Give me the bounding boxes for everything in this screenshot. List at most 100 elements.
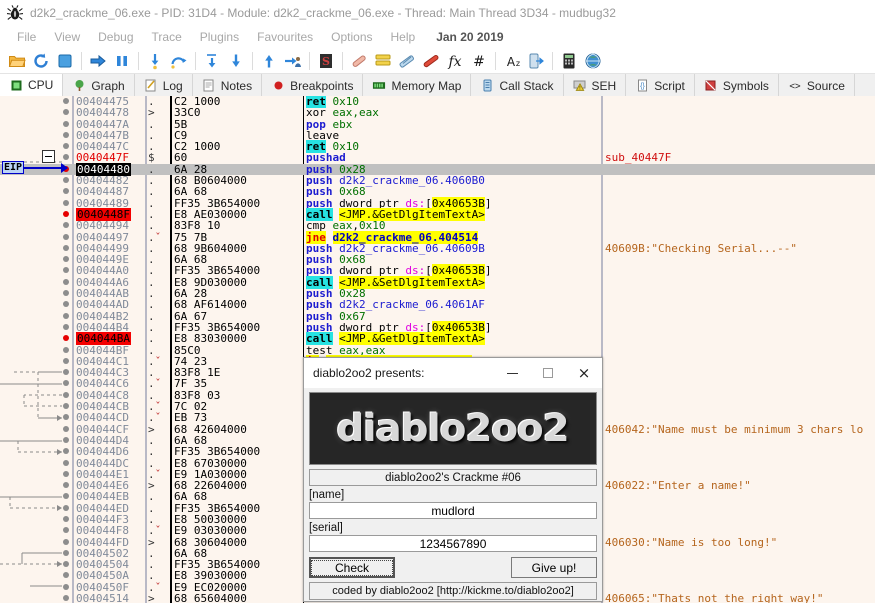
breakpoint-dot-icon[interactable] [63, 469, 75, 480]
disassembly-row[interactable]: 00404494. 83F8 10 cmp eax,0x10 [0, 220, 875, 232]
disassembly-row[interactable]: 00404478 >33C0 xor eax,eax [0, 107, 875, 119]
tab-cpu[interactable]: CPU [0, 74, 64, 97]
menu-favourites[interactable]: Favourites [248, 28, 322, 46]
breakpoint-dot-icon[interactable] [63, 254, 75, 265]
giveup-button[interactable]: Give up! [511, 557, 597, 578]
breakpoint-dot-icon[interactable] [63, 119, 75, 130]
breakpoint-dot-icon[interactable] [63, 96, 75, 107]
breakpoint-dot-icon[interactable] [63, 548, 75, 559]
breakpoint-dot-icon[interactable] [63, 243, 75, 254]
breakpoint-dot-icon[interactable] [63, 570, 75, 581]
disassembly-row[interactable]: 004044A6. E8 9D030000 call <JMP.&SetDlgIte… [0, 275, 875, 289]
breakpoint-dot-icon[interactable] [63, 435, 75, 446]
breakpoint-dot-icon[interactable] [63, 141, 75, 152]
restart-icon[interactable] [29, 49, 53, 73]
breakpoint-dot-icon[interactable] [63, 186, 75, 197]
breakpoint-dot-icon[interactable] [63, 107, 75, 118]
name-input[interactable]: mudlord [309, 502, 597, 519]
breakpoint-dot-icon[interactable] [63, 503, 75, 514]
function-icon[interactable]: fx [443, 49, 467, 73]
breakpoint-dot-icon[interactable] [63, 401, 75, 412]
menu-view[interactable]: View [45, 28, 89, 46]
calculator-icon[interactable] [557, 49, 581, 73]
tab-graph[interactable]: Graph [63, 74, 135, 97]
tab-call-stack[interactable]: Call Stack [471, 74, 564, 97]
step-out-icon[interactable] [200, 49, 224, 73]
attach-icon[interactable] [524, 49, 548, 73]
toolbar[interactable]: S fx # Az [0, 48, 875, 74]
breakpoint-dot-icon[interactable] [63, 525, 75, 536]
breakpoint-dot-icon[interactable] [63, 367, 75, 378]
dialog-title-bar[interactable]: diablo2oo2 presents: × [304, 358, 602, 388]
open-icon[interactable] [5, 49, 29, 73]
breakpoint-dot-icon[interactable] [63, 220, 75, 231]
menu-debug[interactable]: Debug [89, 28, 142, 46]
disassembly-row[interactable]: 00404499. 68 9B604000 push d2k2_crackme_06… [0, 243, 875, 254]
tab-log[interactable]: Log [134, 74, 193, 97]
menu-options[interactable]: Options [322, 28, 381, 46]
disassembly-row[interactable]: 0040448F. E8 AE030000 call <JMP.&GetDlgIte… [0, 207, 875, 221]
menu-bar[interactable]: File View Debug Trace Plugins Favourites… [0, 26, 875, 48]
font-icon[interactable]: Az [500, 49, 524, 73]
breakpoint-dot-icon[interactable] [63, 311, 75, 322]
breakpoint-dot-icon[interactable] [63, 582, 75, 593]
disassembly-row[interactable]: 0040447F $60 pushad sub_40447F [0, 152, 875, 164]
tab-source[interactable]: <> Source [778, 74, 855, 97]
breakpoint-dot-icon[interactable] [63, 322, 75, 333]
maximize-icon[interactable] [530, 359, 566, 387]
disassembly-row[interactable]: 0040447C. C2 1000 ret 0x10 [0, 140, 875, 154]
breakpoint-dot-icon[interactable] [63, 299, 75, 310]
breakpoint-dot-icon[interactable] [63, 356, 75, 367]
breakpoint-dot-icon[interactable] [63, 175, 75, 186]
check-button[interactable]: Check [309, 557, 395, 578]
breakpoint-dot-icon[interactable] [63, 446, 75, 457]
breakpoint-dot-icon[interactable] [63, 480, 75, 491]
tab-notes[interactable]: Notes [192, 74, 263, 97]
run-to-user-icon[interactable] [281, 49, 305, 73]
step-over-icon[interactable] [167, 49, 191, 73]
tab-script[interactable]: {} Script [626, 74, 695, 97]
globe-icon[interactable] [581, 49, 605, 73]
breakpoint-dot-icon[interactable] [63, 424, 75, 435]
breakpoint-dot-icon[interactable] [63, 593, 75, 603]
tab-bar[interactable]: CPU Graph Log Notes Breakpoints Memory M… [0, 74, 875, 98]
breakpoint-dot-icon[interactable] [63, 458, 75, 469]
log-icon[interactable] [371, 49, 395, 73]
breakpoint-dot-icon[interactable] [63, 265, 75, 276]
disassembly-row[interactable]: 004044AD. 68 AF614000 push d2k2_crackme_06… [0, 299, 875, 311]
breakpoint-dot-icon[interactable] [63, 288, 75, 299]
breakpoint-dot-icon[interactable] [63, 209, 75, 220]
notes-icon[interactable] [395, 49, 419, 73]
breakpoint-dot-icon[interactable] [63, 412, 75, 423]
breakpoint-dot-icon[interactable] [63, 333, 75, 344]
step-down-icon[interactable] [224, 49, 248, 73]
breakpoint-dot-icon[interactable] [63, 537, 75, 548]
tab-symbols[interactable]: Symbols [694, 74, 779, 97]
breakpoint-dot-icon[interactable] [63, 559, 75, 570]
crackme-dialog[interactable]: diablo2oo2 presents: × diablo2oo2 diablo… [303, 357, 603, 602]
tab-seh[interactable]: ! SEH [563, 74, 627, 97]
close-icon[interactable]: × [566, 359, 602, 387]
breakpoint-dot-icon[interactable] [63, 514, 75, 525]
breakpoint-dot-icon[interactable] [63, 130, 75, 141]
hash-icon[interactable]: # [467, 49, 491, 73]
serial-input[interactable]: 1234567890 [309, 535, 597, 552]
minimize-icon[interactable] [494, 359, 530, 387]
scylla-icon[interactable]: S [314, 49, 338, 73]
tab-memory-map[interactable]: Memory Map [363, 74, 472, 97]
menu-plugins[interactable]: Plugins [191, 28, 248, 46]
breakpoint-dot-icon[interactable] [63, 378, 75, 389]
disassembly-row[interactable]: 004044BA. E8 83030000 call <JMP.&GetDlgIte… [0, 332, 875, 346]
menu-help[interactable]: Help [382, 28, 425, 46]
stop-icon[interactable] [53, 49, 77, 73]
breakpoint-dot-icon[interactable] [63, 232, 75, 243]
tab-breakpoints[interactable]: Breakpoints [262, 74, 364, 97]
breakpoint-dot-icon[interactable] [63, 198, 75, 209]
pause-icon[interactable] [110, 49, 134, 73]
breakpoint-dot-icon[interactable] [63, 491, 75, 502]
disassembly-row[interactable]: 0040447B. C9 leave [0, 130, 875, 141]
step-into-icon[interactable] [143, 49, 167, 73]
breakpoint-dot-icon[interactable] [63, 277, 75, 288]
disassembly-row[interactable]: 00404482. 68 B0604000 push d2k2_crackme_06… [0, 175, 875, 186]
menu-trace[interactable]: Trace [143, 28, 191, 46]
